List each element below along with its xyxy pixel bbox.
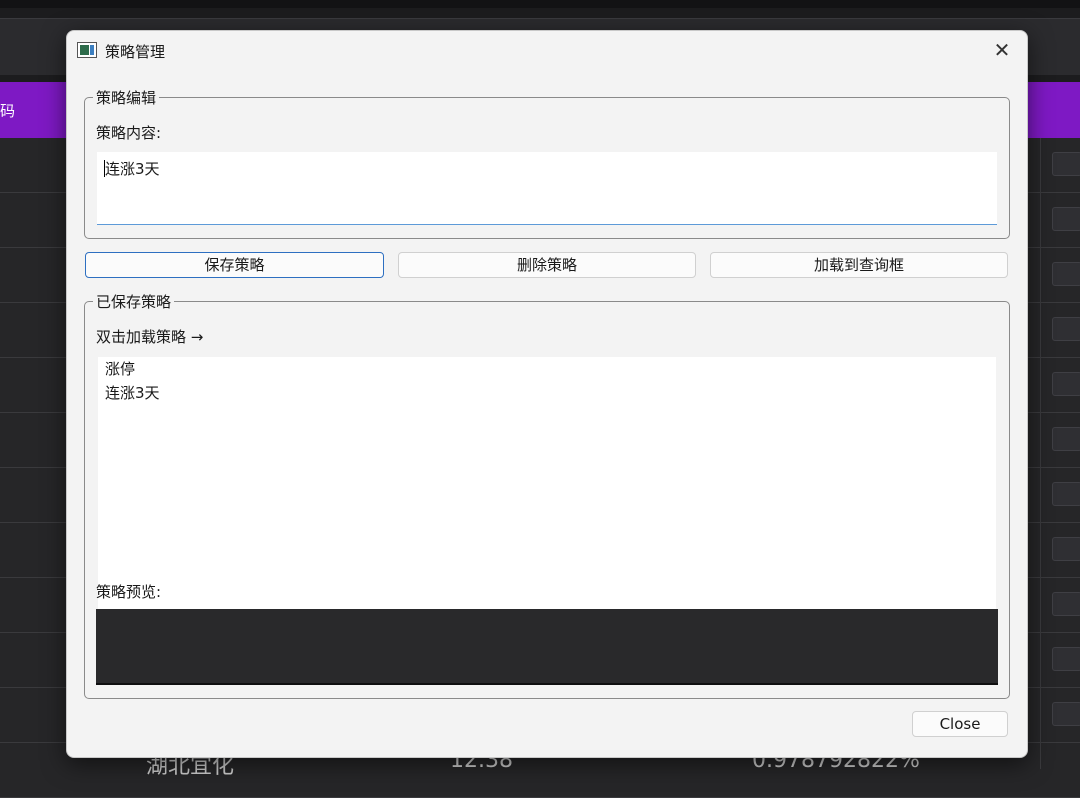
cell-button[interactable] <box>1052 647 1080 671</box>
strategy-content-editor[interactable]: 连涨3天 <box>97 152 997 225</box>
cell-button[interactable] <box>1052 427 1080 451</box>
cell-button[interactable] <box>1052 262 1080 286</box>
close-icon[interactable]: ✕ <box>987 35 1017 65</box>
dialog-titlebar[interactable]: 策略管理 ✕ <box>67 31 1027 71</box>
cell-button[interactable] <box>1052 317 1080 341</box>
saved-strategies-list[interactable]: 涨停 连涨3天 <box>98 357 996 609</box>
table-header-label: 码 <box>0 102 16 120</box>
close-button[interactable]: Close <box>912 711 1008 737</box>
strategy-edit-group: 策略编辑 策略内容: 连涨3天 <box>84 87 1010 239</box>
column-divider <box>1040 138 1041 769</box>
strategy-content-label: 策略内容: <box>96 124 162 142</box>
strategy-edit-group-title: 策略编辑 <box>93 87 160 108</box>
strategy-content-value: 连涨3天 <box>105 160 160 178</box>
list-item[interactable]: 涨停 <box>98 357 996 381</box>
strategy-manager-dialog: 策略管理 ✕ 策略编辑 策略内容: 连涨3天 保存策略 删除策略 加载到查询框 … <box>66 30 1028 758</box>
save-strategy-button[interactable]: 保存策略 <box>85 252 384 278</box>
cell-button[interactable] <box>1052 537 1080 561</box>
delete-strategy-button[interactable]: 删除策略 <box>398 252 696 278</box>
load-to-query-button[interactable]: 加载到查询框 <box>710 252 1008 278</box>
cell-button[interactable] <box>1052 482 1080 506</box>
cell-button[interactable] <box>1052 702 1080 726</box>
strategy-preview-panel[interactable] <box>96 609 998 685</box>
app-top-strip <box>0 0 1080 8</box>
dialog-title: 策略管理 <box>105 43 166 61</box>
cell-button[interactable] <box>1052 207 1080 231</box>
cell-button[interactable] <box>1052 592 1080 616</box>
app-window-icon <box>77 42 97 58</box>
cell-button[interactable] <box>1052 152 1080 176</box>
cell-button[interactable] <box>1052 372 1080 396</box>
double-click-hint: 双击加载策略 → <box>96 328 204 346</box>
list-item[interactable]: 连涨3天 <box>98 381 996 405</box>
strategy-preview-label: 策略预览: <box>96 583 162 601</box>
saved-strategies-group-title: 已保存策略 <box>93 291 175 312</box>
saved-strategies-group: 已保存策略 双击加载策略 → 涨停 连涨3天 策略预览: <box>84 291 1010 699</box>
